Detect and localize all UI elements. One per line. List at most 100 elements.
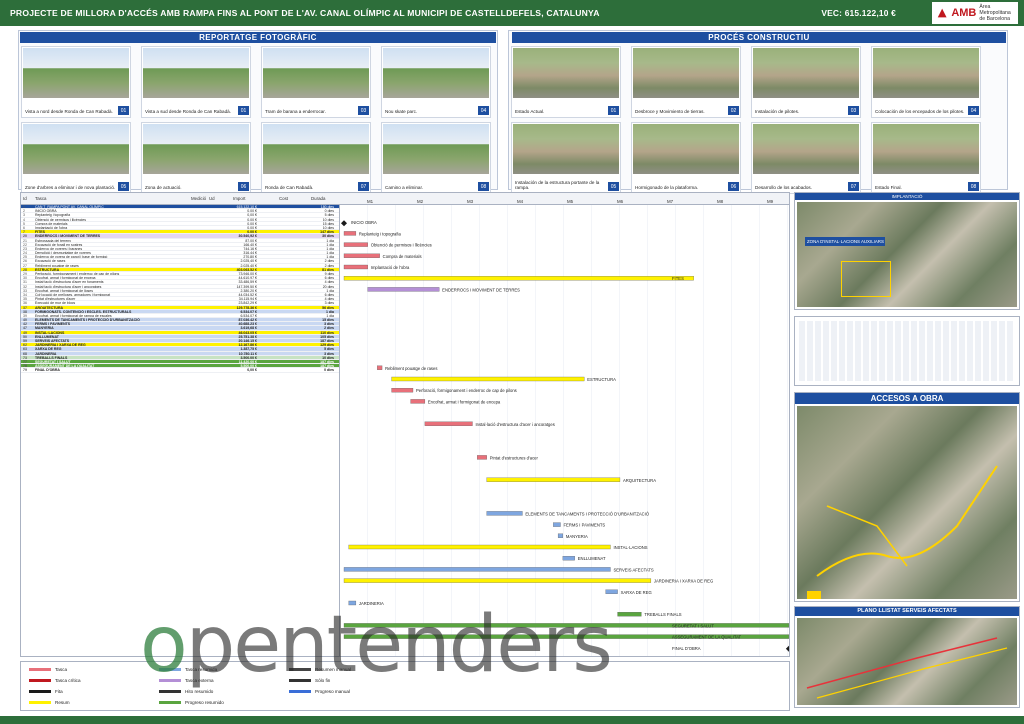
legend-item: Sólo fin	[289, 678, 330, 683]
col-duration: Durada	[311, 196, 326, 201]
legend-item: Progreso resumido	[159, 700, 224, 705]
process-photo: Instalación de la estructura portante de…	[511, 122, 621, 194]
zone-label: ZONA D'INSTAL·LACIONS AUXILIARS	[805, 237, 885, 246]
process-number: 04	[968, 106, 979, 115]
process-title: PROCÉS CONSTRUCTIU	[512, 32, 1006, 43]
col-unit: Ud	[209, 196, 215, 201]
task-bar	[391, 388, 414, 393]
process-caption: Colocación de los encepados de los pilot…	[875, 109, 965, 114]
legend-item: Tasca externa	[159, 678, 214, 683]
report-caption: Vista a sud desde Ronda de Can Rabadà.	[145, 109, 231, 114]
task-bar	[391, 376, 585, 382]
report-number: 05	[118, 182, 129, 191]
legend-swatch	[29, 690, 51, 693]
bar-label: Rebliment pouatge de rases	[385, 366, 437, 371]
legend-item: Hito resumido	[159, 689, 213, 694]
month-label: M5	[567, 199, 574, 204]
legend-label: Sólo fin	[315, 678, 331, 683]
report-caption: Zone d'arbres a eliminar i de nova plant…	[25, 185, 116, 190]
report-image	[23, 48, 129, 98]
legend-swatch	[159, 701, 181, 704]
amb-logo-subtitle: Àrea Metropolitana de Barcelona	[979, 4, 1018, 22]
legend-item: Tasca	[29, 667, 67, 672]
bar-label: Pintat d'estructures d'acer	[490, 455, 539, 460]
row-dur: 0 dies	[324, 368, 334, 373]
task-bar	[343, 242, 368, 247]
implantation-panel: IMPLANTACIÓ ZONA D'INSTAL·LACIONS AUXILI…	[794, 192, 1020, 310]
legend: Tasca Tasca crítica Fita Resum Tasca resumid…	[20, 661, 790, 711]
process-image	[753, 124, 859, 174]
task-bar	[562, 556, 575, 561]
report-caption: Nou skate parc.	[385, 109, 418, 114]
process-number: 06	[728, 182, 739, 191]
bar-label: FITES	[672, 276, 684, 281]
legend-swatch	[289, 668, 311, 671]
process-image	[873, 48, 979, 98]
bar-label: JARDINERIA	[359, 601, 384, 606]
process-caption: Desbroce y Movimiento de tierras.	[635, 109, 705, 114]
legend-label: Progreso manual	[315, 689, 350, 694]
bar-label: ESTRUCTURA	[587, 377, 616, 382]
process-caption: Instalación de la estructura portante de…	[515, 180, 600, 190]
process-number: 01	[608, 106, 619, 115]
task-bar	[605, 589, 618, 594]
bar-label: Compra de materials	[383, 254, 422, 259]
legend-label: Hito resumido	[185, 689, 214, 694]
amb-logo-text: AMB	[951, 7, 977, 19]
bar-label: Implantació de l'obra	[371, 265, 410, 270]
report-image	[143, 124, 249, 174]
task-bar	[343, 623, 789, 628]
month-label: M8	[717, 199, 724, 204]
report-photo: Zona de actuació. 06	[141, 122, 251, 194]
bar-label: ENLLUMENAT	[578, 556, 606, 561]
task-bar	[367, 287, 440, 292]
bar-label: Instal·lació d'estructura d'acer i ancor…	[475, 422, 554, 427]
task-bar	[343, 567, 611, 572]
implantation-title: IMPLANTACIÓ	[795, 193, 1019, 200]
task-bar	[424, 421, 473, 426]
report-number: 01	[118, 106, 129, 115]
report-image	[23, 124, 129, 174]
legend-swatch	[159, 690, 181, 693]
bar-label: Encofrat, armat i formigonat de encepa	[428, 399, 501, 404]
process-number: 07	[848, 182, 859, 191]
legend-item: Progreso manual	[289, 689, 350, 694]
services-list-panel: PLANO LLISTAT SERVEIS AFECTATS	[794, 606, 1020, 708]
legend-swatch	[159, 668, 181, 671]
services-plan-panel	[794, 316, 1020, 386]
gantt-header: Id Tasca Medició Ud Import Cost Durada M…	[21, 193, 789, 205]
access-title: ACCESOS A OBRA	[795, 393, 1019, 404]
bar-label: FERMS I PAVIMENTS	[563, 523, 605, 528]
legend-swatch	[29, 701, 51, 704]
timeline-svg: INICIO OBRA Replanteig i topografia Obtenc…	[341, 220, 789, 652]
process-image	[633, 124, 739, 174]
process-photo: Instalación de pilotes. 03	[751, 46, 861, 118]
process-caption: Estado Final.	[875, 185, 902, 190]
legend-item: Tasca crítica	[29, 678, 81, 683]
report-number: 03	[358, 106, 369, 115]
bar-label: ENDERROCS I MOVIMENT DE TERRES	[442, 287, 520, 292]
budget-value: VEC: 615.122,10 €	[821, 8, 896, 18]
process-number: 02	[728, 106, 739, 115]
process-number: 08	[968, 182, 979, 191]
services-title: PLANO LLISTAT SERVEIS AFECTATS	[795, 607, 1019, 616]
bar-label: ELEMENTS DE TANCAMENTS I PROTECCIÓ D'URB…	[525, 511, 649, 516]
process-image	[873, 124, 979, 174]
timeline-area: INICIO OBRA Replanteig i topografia Obtenc…	[339, 205, 789, 656]
report-photo: Vista a sud desde Ronda de Can Rabadà. 01	[141, 46, 251, 118]
legend-label: Progreso resumido	[185, 700, 224, 705]
task-bar	[348, 600, 357, 606]
month-label: M2	[417, 199, 424, 204]
bar-label: INSTAL·LACIONS	[613, 545, 647, 550]
process-caption: Instalación de pilotes.	[755, 109, 800, 114]
month-label: M9	[767, 199, 774, 204]
services-lines-overlay	[806, 637, 1008, 699]
row-n: 79	[23, 368, 27, 373]
month-label: M7	[667, 199, 674, 204]
col-measure: Medició	[191, 196, 207, 201]
process-caption: Hormigonado de la plataforma.	[635, 185, 699, 190]
access-panel: ACCESOS A OBRA	[794, 392, 1020, 602]
legend-item: Resum	[29, 700, 70, 705]
col-task: Tasca	[35, 196, 47, 201]
legend-label: Fita	[55, 689, 63, 694]
